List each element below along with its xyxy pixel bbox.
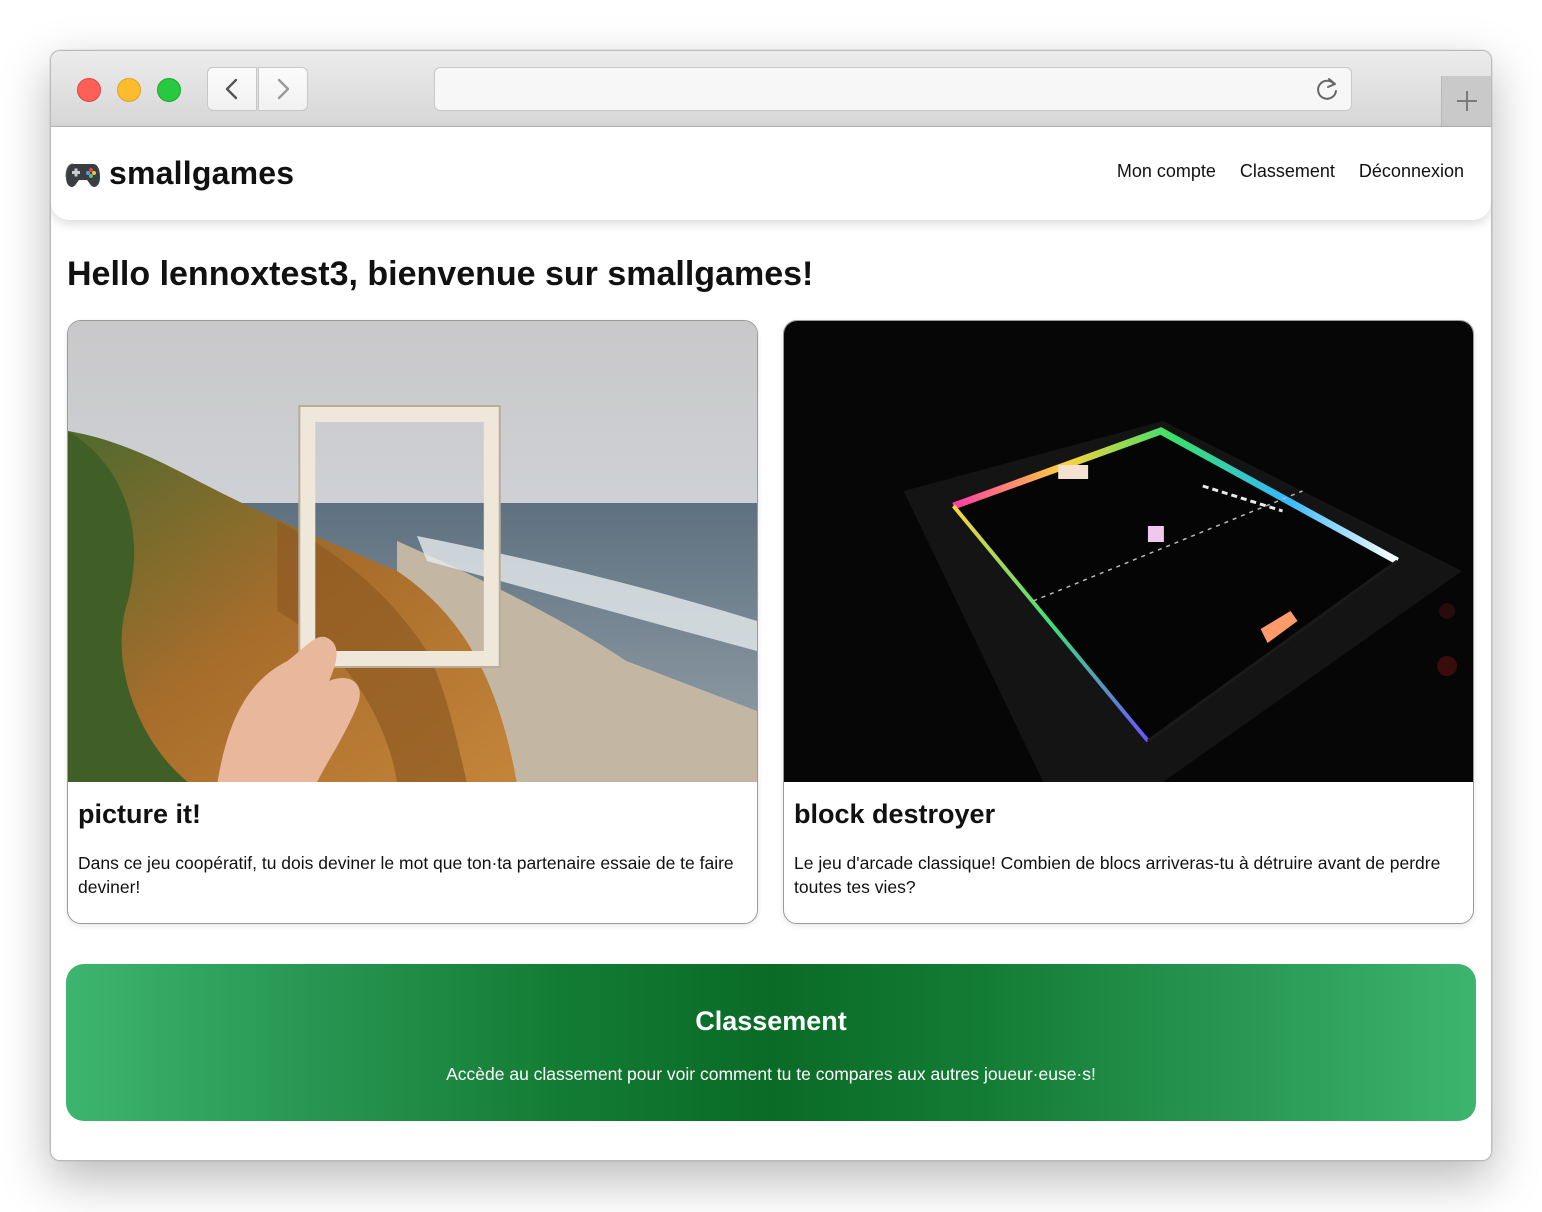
- game-card-picture-it[interactable]: picture it! Dans ce jeu coopératif, tu d…: [67, 320, 758, 924]
- welcome-heading: Hello lennoxtest3, bienvenue sur smallga…: [67, 255, 814, 293]
- forward-button[interactable]: [258, 67, 308, 111]
- brand-name: smallgames: [109, 155, 295, 191]
- nav-leaderboard[interactable]: Classement: [1240, 161, 1335, 182]
- close-window-button[interactable]: [77, 78, 101, 102]
- neon-arcade-table-image: [784, 321, 1473, 782]
- banner-title: Classement: [695, 1006, 847, 1036]
- main-nav: Mon compte Classement Déconnexion: [1117, 161, 1464, 182]
- browser-window: smallgames Mon compte Classement Déconne…: [50, 50, 1492, 1161]
- nav-my-account[interactable]: Mon compte: [1117, 161, 1216, 182]
- game-description: Le jeu d'arcade classique! Combien de bl…: [794, 853, 1441, 897]
- photo-frame-coast-image: [68, 321, 757, 782]
- back-button[interactable]: [207, 67, 257, 111]
- browser-toolbar: [51, 51, 1491, 127]
- page-content: smallgames Mon compte Classement Déconne…: [51, 127, 1491, 1160]
- site-header: smallgames Mon compte Classement Déconne…: [51, 127, 1491, 220]
- leaderboard-banner[interactable]: Classement Accède au classement pour voi…: [66, 964, 1476, 1121]
- banner-text: Accède au classement pour voir comment t…: [446, 1064, 1096, 1084]
- plus-icon: [1456, 91, 1477, 111]
- new-tab-button[interactable]: [1441, 76, 1491, 126]
- chevron-left-icon: [225, 78, 238, 100]
- gamepad-icon: [65, 163, 100, 187]
- chevron-right-icon: [277, 78, 290, 100]
- zoom-window-button[interactable]: [157, 78, 181, 102]
- minimize-window-button[interactable]: [117, 78, 141, 102]
- brand[interactable]: smallgames: [65, 155, 294, 192]
- reload-icon[interactable]: [1313, 76, 1341, 104]
- game-description: Dans ce jeu coopératif, tu dois deviner …: [78, 853, 734, 897]
- game-card-block-destroyer[interactable]: block destroyer Le jeu d'arcade classiqu…: [783, 320, 1474, 924]
- game-title: picture it!: [78, 799, 202, 829]
- nav-logout[interactable]: Déconnexion: [1359, 161, 1464, 182]
- address-bar[interactable]: [434, 67, 1352, 111]
- game-cards: picture it! Dans ce jeu coopératif, tu d…: [67, 320, 1475, 924]
- game-title: block destroyer: [794, 799, 996, 829]
